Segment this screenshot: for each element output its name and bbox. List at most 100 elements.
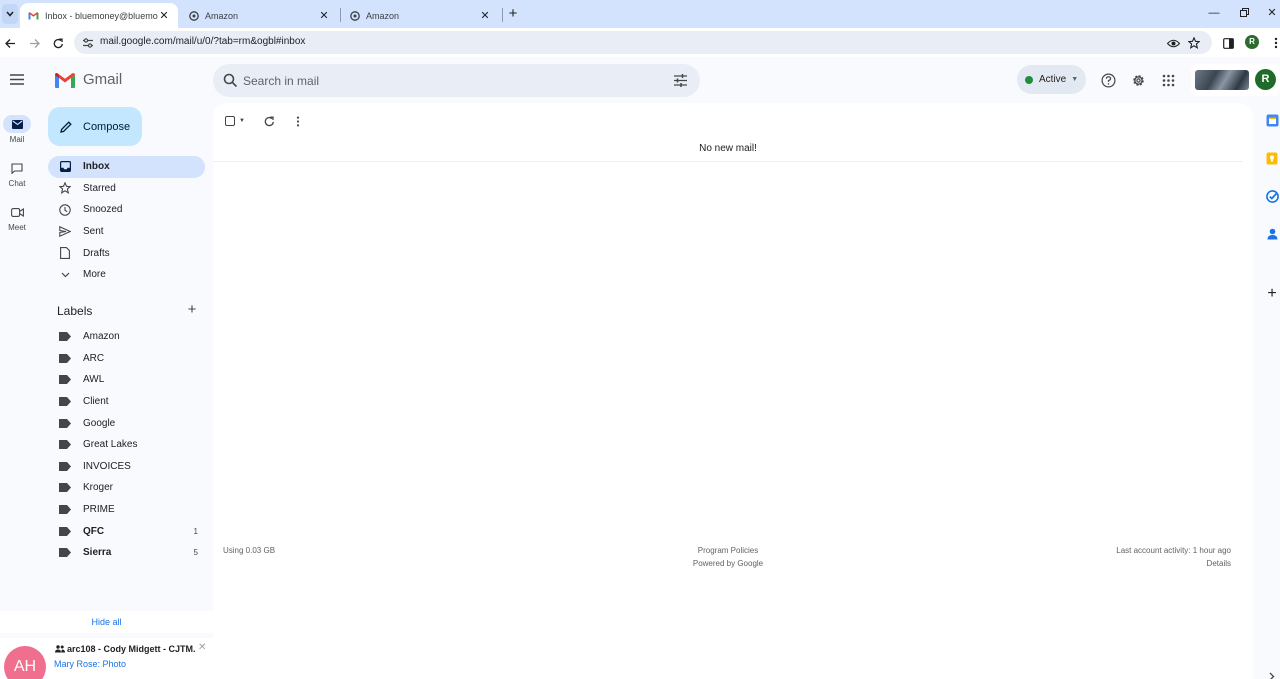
site-info-icon[interactable] (82, 37, 94, 49)
storage-usage[interactable]: Using 0.03 GB (223, 544, 275, 557)
browser-tab-gmail[interactable]: Inbox - bluemoney@bluemone ✕ (20, 3, 178, 28)
browser-profile-avatar[interactable]: R (1245, 35, 1259, 49)
back-arrow-icon[interactable] (2, 35, 18, 51)
nav-label: More (83, 269, 106, 281)
search-icon[interactable] (223, 73, 238, 88)
label-name: Great Lakes (83, 439, 138, 451)
footer-right: Last account activity: 1 hour ago Detail… (1043, 544, 1231, 570)
help-icon[interactable] (1100, 72, 1116, 88)
label-tag-icon (59, 332, 71, 342)
label-item[interactable]: ARC (48, 348, 205, 370)
empty-inbox-message: No new mail! (699, 143, 757, 154)
label-item[interactable]: Client (48, 391, 205, 413)
clock-icon (59, 204, 71, 216)
label-item[interactable]: Great Lakes (48, 434, 205, 456)
label-item[interactable]: QFC 1 (48, 520, 205, 542)
label-tag-icon (59, 548, 71, 558)
label-tag-icon (59, 375, 71, 385)
mail-toolbar: ▼ (225, 113, 305, 129)
search-bar[interactable] (213, 64, 700, 97)
inbox-icon (59, 161, 71, 173)
gmail-logo[interactable]: Gmail (54, 71, 122, 88)
label-tag-icon (59, 353, 71, 363)
nav-item-sent[interactable]: Sent (48, 221, 205, 243)
label-item[interactable]: INVOICES (48, 456, 205, 478)
add-label-plus-icon[interactable]: + (185, 302, 199, 318)
label-item[interactable]: Sierra 5 (48, 542, 205, 564)
nav-item-drafts[interactable]: Drafts (48, 242, 205, 264)
reload-icon[interactable] (50, 35, 66, 51)
rail-item-meet[interactable]: Meet (0, 203, 34, 232)
eye-icon[interactable] (1166, 36, 1180, 50)
select-menu-caret-icon[interactable]: ▼ (239, 118, 245, 124)
contacts-icon[interactable] (1265, 227, 1279, 241)
pencil-icon (60, 120, 72, 133)
side-panel-icon[interactable] (1220, 35, 1236, 51)
gmail-header: Gmail Active ▼ R (0, 57, 1280, 103)
gmail-wordmark: Gmail (83, 71, 123, 88)
browser-tab-amazon-1[interactable]: Amazon ✕ (180, 3, 338, 28)
label-name: Amazon (83, 331, 120, 343)
hide-all-link[interactable]: Hide all (0, 611, 213, 633)
chat-notification-card[interactable]: AH arc108 - Cody Midgett - CJTM... Mary … (0, 638, 213, 679)
tab-close-icon[interactable]: ✕ (158, 10, 170, 22)
nav-label: Drafts (83, 247, 110, 259)
rail-item-chat[interactable]: Chat (0, 159, 34, 188)
label-item[interactable]: Google (48, 412, 205, 434)
amazon-favicon-icon (349, 10, 360, 21)
browser-menu-icon[interactable] (1268, 35, 1280, 51)
side-apps-panel: + (1260, 103, 1280, 679)
label-name: PRIME (83, 504, 115, 516)
label-tag-icon (59, 461, 71, 471)
minimize-icon[interactable]: — (1207, 5, 1221, 21)
rail-item-mail[interactable]: Mail (0, 115, 34, 144)
bookmark-star-icon[interactable] (1187, 36, 1201, 50)
unread-count: 5 (193, 548, 198, 558)
label-item[interactable]: PRIME (48, 499, 205, 521)
select-all-checkbox[interactable] (225, 116, 235, 126)
nav-item-snoozed[interactable]: Snoozed (48, 199, 205, 221)
forward-arrow-icon[interactable] (26, 35, 42, 51)
program-policies-link[interactable]: Program Policies (653, 544, 803, 557)
tab-search-button[interactable] (2, 4, 18, 24)
tab-close-icon[interactable]: ✕ (318, 10, 330, 22)
account-switcher[interactable]: R (1191, 64, 1280, 96)
close-icon[interactable]: ✕ (198, 642, 206, 653)
nav-item-starred[interactable]: Starred (48, 178, 205, 200)
label-item[interactable]: AWL (48, 369, 205, 391)
restore-window-icon[interactable] (1237, 5, 1251, 21)
new-tab-plus-icon[interactable]: + (506, 6, 520, 22)
label-item[interactable]: Amazon (48, 326, 205, 348)
draft-icon (59, 247, 71, 260)
label-name: INVOICES (83, 460, 131, 472)
nav-item-inbox[interactable]: Inbox (48, 156, 205, 178)
main-menu-icon[interactable] (8, 71, 25, 88)
browser-toolbar: mail.google.com/mail/u/0/?tab=rm&ogbl#in… (0, 28, 1280, 57)
refresh-icon[interactable] (263, 114, 277, 128)
keep-icon[interactable] (1265, 151, 1279, 165)
address-bar[interactable]: mail.google.com/mail/u/0/?tab=rm&ogbl#in… (74, 31, 1212, 54)
close-window-icon[interactable]: ✕ (1265, 5, 1279, 21)
details-link[interactable]: Details (1043, 557, 1231, 570)
get-addons-plus-icon[interactable]: + (1265, 286, 1279, 302)
status-selector[interactable]: Active ▼ (1017, 65, 1086, 94)
browser-tab-strip: Inbox - bluemoney@bluemone ✕ Amazon ✕ Am… (0, 0, 1280, 28)
unread-count: 1 (193, 526, 198, 536)
label-item[interactable]: Kroger (48, 477, 205, 499)
calendar-icon[interactable] (1265, 113, 1279, 127)
tasks-icon[interactable] (1265, 189, 1279, 203)
tab-close-icon[interactable]: ✕ (479, 10, 491, 22)
more-options-icon[interactable] (291, 114, 305, 128)
folder-nav: Inbox Starred Snoozed Sent Drafts More (48, 156, 205, 286)
nav-item-more[interactable]: More (48, 264, 205, 286)
search-options-icon[interactable] (673, 73, 688, 88)
compose-button[interactable]: Compose (48, 107, 142, 146)
account-avatar[interactable]: R (1255, 69, 1276, 90)
apps-grid-icon[interactable] (1160, 72, 1176, 88)
settings-gear-icon[interactable] (1130, 72, 1146, 88)
chevron-right-icon[interactable] (1265, 669, 1279, 679)
labels-header: Labels + (57, 302, 199, 319)
browser-tab-amazon-2[interactable]: Amazon ✕ (341, 3, 499, 28)
search-input[interactable] (243, 71, 643, 90)
divider (213, 161, 1243, 162)
